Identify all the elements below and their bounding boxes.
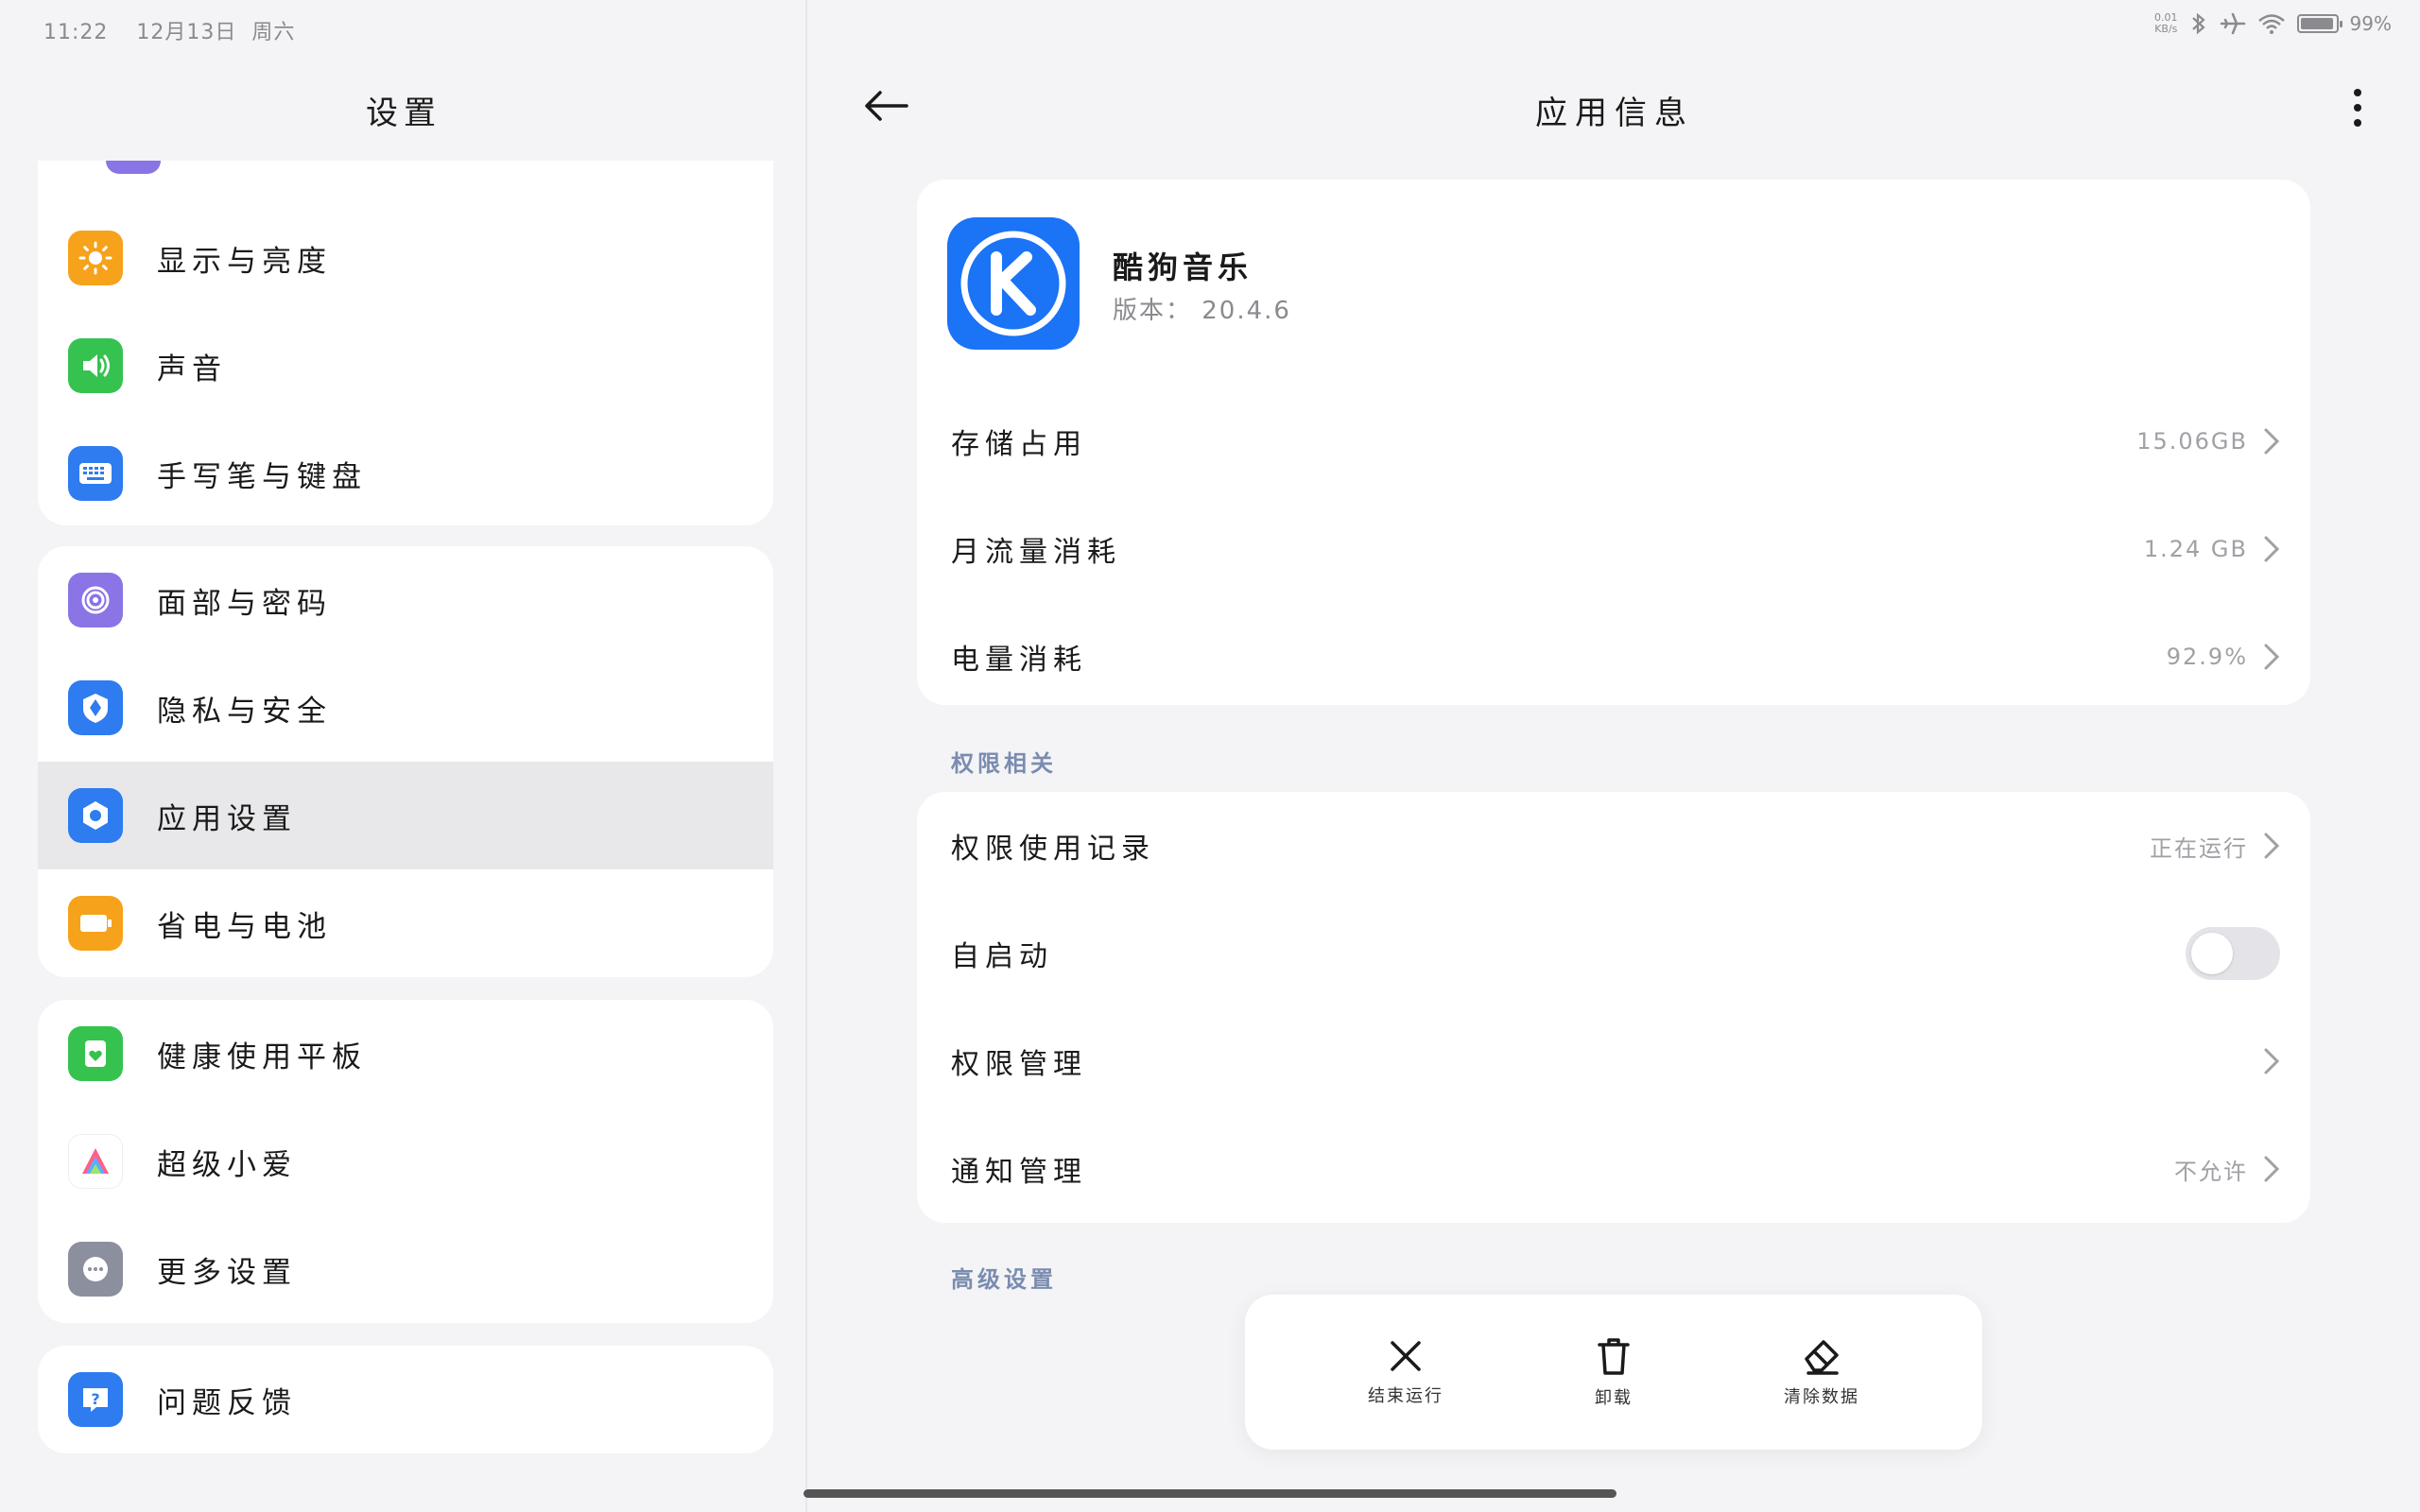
row-label: 月流量消耗 [951, 536, 1121, 569]
keyboard-icon [68, 446, 123, 501]
more-dots-icon [68, 1242, 123, 1297]
permissions-card: 权限使用记录 正在运行 自启动 权限管理 通知管理 不允许 [917, 792, 2310, 1223]
svg-text:?: ? [91, 1390, 99, 1408]
chevron-right-icon [2264, 1156, 2280, 1182]
sidebar-item-face-password[interactable]: 面部与密码 [38, 546, 773, 654]
wifi-icon [2257, 14, 2285, 34]
row-label: 权限使用记录 [951, 833, 1155, 866]
sidebar-item-label: 手写笔与键盘 [157, 459, 367, 494]
sidebar-item-app-settings[interactable]: 应用设置 [38, 762, 773, 869]
row-label: 电量消耗 [951, 644, 1087, 677]
chevron-right-icon [2264, 644, 2280, 670]
battery-usage-row[interactable]: 电量消耗 92.9% [917, 603, 2310, 705]
sidebar-item-stylus-keyboard[interactable]: 手写笔与键盘 [38, 420, 773, 525]
section-title-advanced: 高级设置 [951, 1266, 1057, 1293]
face-id-icon [68, 573, 123, 627]
close-icon [1391, 1341, 1421, 1371]
app-header: 酷狗音乐 版本： 20.4.6 [917, 180, 2310, 387]
sidebar-item-label: 面部与密码 [157, 586, 332, 621]
row-value: 15.06GB [2136, 428, 2248, 455]
settings-sidebar: 设置 显示与亮度 声音 手写笔与键盘 面部与密码 隐私与安全 应用设置 省电与电… [0, 0, 807, 1512]
uninstall-button[interactable]: 卸载 [1538, 1335, 1689, 1409]
shield-icon [68, 680, 123, 735]
clear-data-button[interactable]: 清除数据 [1746, 1336, 1897, 1408]
more-vertical-icon [2354, 89, 2361, 127]
row-label: 权限管理 [951, 1048, 1087, 1081]
sidebar-item-privacy-security[interactable]: 隐私与安全 [38, 654, 773, 762]
row-label: 自启动 [951, 940, 1053, 973]
more-options-button[interactable] [2352, 87, 2363, 132]
storage-row[interactable]: 存储占用 15.06GB [917, 387, 2310, 495]
sidebar-item-label: 更多设置 [157, 1255, 297, 1290]
page-title: 设置 [366, 94, 441, 132]
row-label: 通知管理 [951, 1156, 1087, 1189]
settings-group-1: 显示与亮度 声音 手写笔与键盘 [38, 161, 773, 525]
sidebar-item-sound[interactable]: 声音 [38, 312, 773, 420]
app-version: 版本： 20.4.6 [1113, 297, 1291, 325]
chevron-right-icon [2264, 428, 2280, 455]
settings-group-3: 健康使用平板 超级小爱 更多设置 [38, 1000, 773, 1323]
xiaoai-icon [68, 1134, 123, 1189]
page-title: 应用信息 [1535, 94, 1694, 132]
section-title-permissions: 权限相关 [951, 750, 1057, 777]
bluetooth-icon [2191, 12, 2205, 35]
feedback-icon: ? [68, 1372, 123, 1427]
battery-icon [68, 896, 123, 951]
sidebar-item-display[interactable]: 显示与亮度 [38, 204, 773, 312]
sidebar-item-xiaoai[interactable]: 超级小爱 [38, 1108, 773, 1215]
permission-usage-row[interactable]: 权限使用记录 正在运行 [917, 792, 2310, 900]
row-value: 1.24 GB [2143, 536, 2248, 562]
battery-indicator [2296, 14, 2342, 33]
action-label: 结束运行 [1368, 1386, 1443, 1406]
toggle-knob [2191, 933, 2233, 974]
battery-percent: 99% [2349, 12, 2392, 35]
settings-group-2: 面部与密码 隐私与安全 应用设置 省电与电池 [38, 546, 773, 977]
permission-management-row[interactable]: 权限管理 [917, 1007, 2310, 1115]
sidebar-item-feedback[interactable]: ? 问题反馈 [38, 1346, 773, 1453]
sidebar-item-label: 应用设置 [157, 801, 297, 836]
eraser-icon [1805, 1340, 1839, 1375]
sidebar-item-label: 显示与亮度 [157, 244, 332, 279]
app-info-header: 应用信息 [809, 66, 2420, 151]
autostart-toggle[interactable] [2186, 927, 2280, 980]
chevron-right-icon [2264, 536, 2280, 562]
row-value: 正在运行 [2150, 834, 2248, 862]
row-value: 不允许 [2174, 1158, 2248, 1185]
sun-icon [68, 231, 123, 285]
force-stop-button[interactable]: 结束运行 [1330, 1337, 1481, 1407]
partial-icon [106, 161, 161, 174]
sidebar-item-label: 声音 [157, 352, 227, 387]
app-info-card: 酷狗音乐 版本： 20.4.6 存储占用 15.06GB 月流量消耗 1.24 … [917, 180, 2310, 705]
sidebar-item-label: 隐私与安全 [157, 694, 332, 729]
airplane-icon [2220, 12, 2245, 35]
action-label: 清除数据 [1784, 1387, 1859, 1407]
sidebar-item-health[interactable]: 健康使用平板 [38, 1000, 773, 1108]
app-settings-icon [68, 788, 123, 843]
sidebar-item-battery[interactable]: 省电与电池 [38, 869, 773, 977]
sidebar-item-label: 省电与电池 [157, 909, 332, 944]
sidebar-item-label: 健康使用平板 [157, 1040, 367, 1074]
notification-management-row[interactable]: 通知管理 不允许 [917, 1115, 2310, 1223]
row-label: 存储占用 [951, 428, 1087, 461]
row-value: 92.9% [2166, 644, 2248, 670]
autostart-row: 自启动 [917, 900, 2310, 1007]
settings-group-4: ? 问题反馈 [38, 1346, 773, 1453]
net-speed: 0.01 KB/s [2154, 11, 2178, 35]
app-action-bar: 结束运行 卸载 清除数据 [1245, 1295, 1982, 1450]
trash-icon [1598, 1338, 1630, 1375]
kugou-app-icon [947, 217, 1080, 350]
sidebar-item-label: 问题反馈 [157, 1385, 297, 1420]
data-usage-row[interactable]: 月流量消耗 1.24 GB [917, 495, 2310, 603]
status-bar-right: 0.01 KB/s 99% [2154, 11, 2392, 36]
chevron-right-icon [2264, 833, 2280, 859]
action-label: 卸载 [1595, 1388, 1633, 1408]
chevron-right-icon [2264, 1048, 2280, 1074]
sidebar-item-label: 超级小爱 [157, 1147, 297, 1182]
sidebar-item-more-settings[interactable]: 更多设置 [38, 1215, 773, 1323]
speaker-icon [68, 338, 123, 393]
health-icon [68, 1026, 123, 1081]
app-name: 酷狗音乐 [1113, 249, 1253, 285]
home-indicator[interactable] [804, 1489, 1616, 1498]
